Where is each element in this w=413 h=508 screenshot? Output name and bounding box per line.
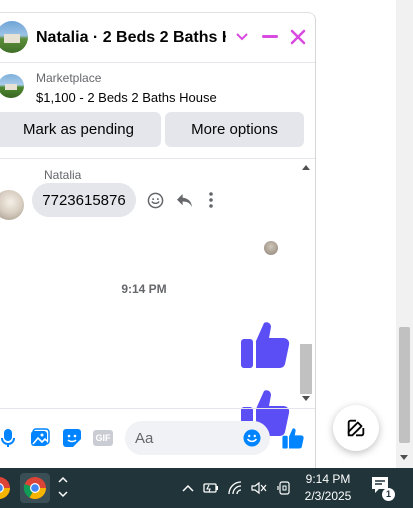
listing-title[interactable]: $1,100 - 2 Beds 2 Baths House <box>36 90 217 105</box>
chat-window: Natalia · 2 Beds 2 Baths H... Marketplac… <box>0 12 316 468</box>
volume-indicator[interactable] <box>251 480 267 496</box>
close-button[interactable] <box>286 25 310 49</box>
mark-as-pending-button[interactable]: Mark as pending <box>0 112 161 147</box>
clock-date: 2/3/2025 <box>304 489 352 503</box>
scroll-up-arrow[interactable] <box>302 165 310 170</box>
photo-icon <box>31 428 50 446</box>
send-like-button[interactable] <box>282 427 304 449</box>
scroll-down-arrow[interactable] <box>302 396 310 401</box>
volume-muted-icon <box>251 481 267 495</box>
reply-button[interactable] <box>174 190 194 210</box>
gif-icon: GIF <box>93 430 113 446</box>
more-icon <box>209 192 213 208</box>
new-message-button[interactable] <box>333 405 379 451</box>
clock-time: 9:14 PM <box>305 472 351 486</box>
listing-avatar[interactable] <box>0 21 28 53</box>
battery-indicator[interactable] <box>203 480 219 496</box>
sticker-icon <box>63 429 81 447</box>
chat-options-button[interactable] <box>230 25 254 49</box>
gif-button[interactable]: GIF <box>92 427 114 449</box>
compose-icon <box>347 419 365 437</box>
chevron-up-icon <box>182 484 194 492</box>
notification-count-badge: 1 <box>382 488 395 501</box>
reply-icon <box>176 193 192 207</box>
chevron-up-icon <box>58 476 68 483</box>
message-list: Natalia 7723615876 9:14 PM <box>0 159 315 436</box>
sent-like-sticker[interactable] <box>240 319 290 374</box>
message-scrollbar[interactable] <box>299 159 313 408</box>
display-icon <box>277 481 290 495</box>
message-timestamp: 9:14 PM <box>121 282 167 296</box>
chevron-down-icon <box>58 491 68 498</box>
microphone-icon <box>1 429 15 447</box>
message-scrollbar-thumb[interactable] <box>300 344 312 394</box>
minimize-button[interactable] <box>258 25 282 49</box>
show-hidden-icons-button[interactable] <box>180 480 196 496</box>
thumbs-up-icon <box>282 428 304 449</box>
emoji-icon <box>147 192 163 208</box>
sticker-button[interactable] <box>61 427 83 449</box>
sender-name: Natalia <box>44 168 82 182</box>
message-bubble[interactable]: 7723615876 <box>32 183 136 217</box>
more-actions-button[interactable] <box>201 190 221 210</box>
chrome-icon <box>0 477 10 499</box>
battery-icon <box>203 483 218 493</box>
thumbs-up-icon <box>241 322 290 368</box>
page-scrollbar[interactable] <box>396 0 413 468</box>
voice-clip-button[interactable] <box>0 427 19 449</box>
taskbar: 9:14 PM 2/3/2025 1 <box>0 468 413 508</box>
notification-center-button[interactable]: 1 <box>370 476 396 501</box>
listing-thumbnail[interactable] <box>0 74 24 98</box>
scroll-down-arrow[interactable] <box>400 455 408 460</box>
taskbar-app-chrome[interactable] <box>20 473 50 503</box>
chevron-down-icon <box>236 33 248 41</box>
taskbar-scroll[interactable] <box>58 476 68 500</box>
chrome-icon <box>23 477 46 499</box>
taskbar-app-chrome-partial[interactable] <box>0 473 14 503</box>
system-clock[interactable]: 9:14 PM 2/3/2025 <box>300 471 356 505</box>
marketplace-panel: Marketplace $1,100 - 2 Beds 2 Baths Hous… <box>0 63 315 159</box>
minimize-icon <box>262 35 278 38</box>
emoji-icon <box>243 429 261 447</box>
display-indicator[interactable] <box>276 480 292 496</box>
network-indicator[interactable] <box>228 480 244 496</box>
close-icon <box>290 29 306 45</box>
attach-photo-button[interactable] <box>29 427 51 449</box>
react-button[interactable] <box>145 190 165 210</box>
message-input-box[interactable] <box>125 421 270 455</box>
message-input[interactable] <box>135 428 240 448</box>
chat-header: Natalia · 2 Beds 2 Baths H... <box>0 13 315 63</box>
avatar[interactable] <box>0 190 24 220</box>
chat-title[interactable]: Natalia · 2 Beds 2 Baths H... <box>36 29 226 47</box>
emoji-button[interactable] <box>243 429 261 452</box>
marketplace-label: Marketplace <box>36 71 102 85</box>
composer: GIF <box>0 408 315 468</box>
more-options-button[interactable]: More options <box>165 112 304 147</box>
page-scrollbar-thumb[interactable] <box>399 327 410 443</box>
wifi-icon <box>228 481 242 495</box>
seen-avatar <box>264 241 278 255</box>
